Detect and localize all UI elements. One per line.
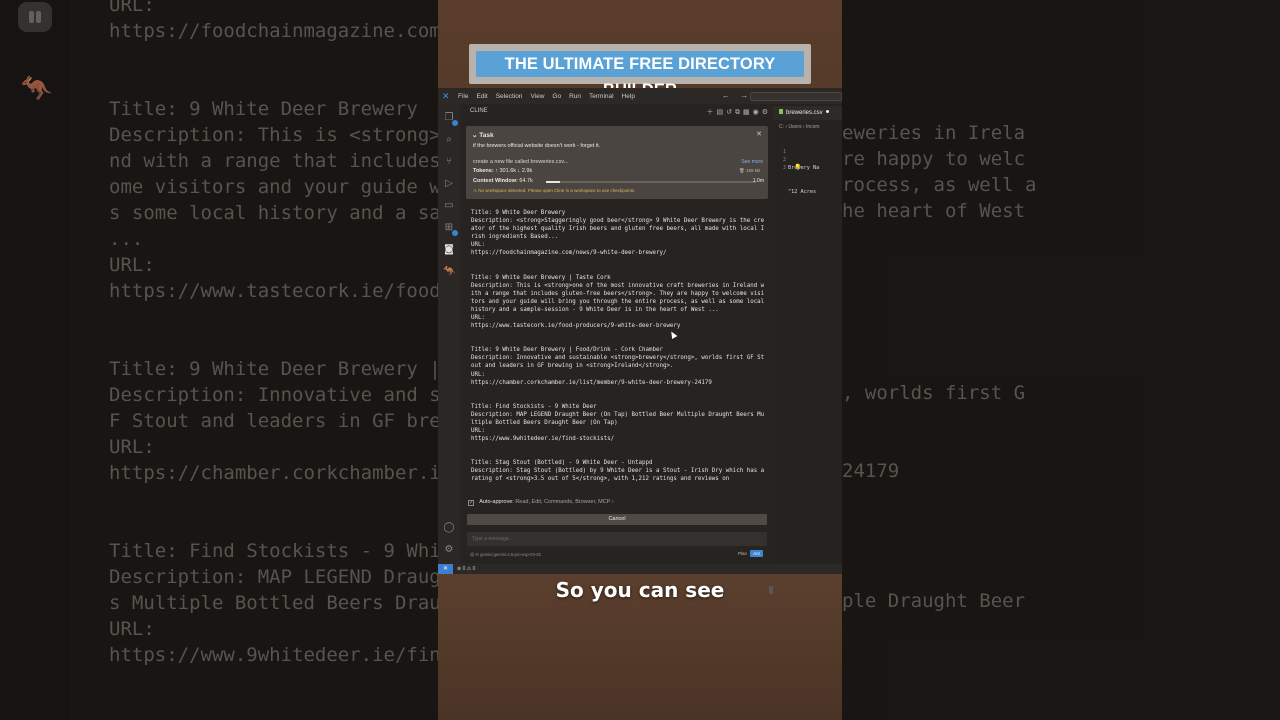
result-entry: Title: Find Stockists - 9 White Deer Desc… [471, 403, 766, 443]
history-icon[interactable]: ↺ [726, 108, 735, 116]
result-title: Title: 9 White Deer Brewery | Food/Drink… [471, 347, 663, 354]
auto-approve-bar[interactable]: ✓ Auto-approve: Read, Edit, Commands, Br… [468, 499, 614, 506]
settings-gear-icon[interactable]: ⚙ [443, 544, 455, 556]
code-line: Brewery Na [788, 165, 820, 171]
context-window-bar [546, 181, 756, 183]
result-entry: Title: Stag Stout (Bottled) - 9 White De… [471, 459, 766, 483]
video-frame: THE ULTIMATE FREE DIRECTORY BUILDER ✕ Fi… [438, 0, 842, 720]
unsaved-dot-icon [825, 110, 829, 113]
close-task-icon[interactable]: ✕ [756, 130, 762, 138]
problems-count[interactable]: ⊗ 0 ⚠ 0 [457, 566, 475, 572]
vscode-logo-icon: ✕ [442, 91, 450, 101]
task-description: if the brewers official website doesn't … [473, 143, 601, 149]
status-bar: ✕ ⊗ 0 ⚠ 0 [438, 564, 842, 574]
navigation-arrows[interactable]: ← → [722, 91, 752, 100]
plan-toggle[interactable]: Plan [738, 551, 747, 556]
cache-size: 🗑 159 kB [739, 168, 760, 173]
menu-help[interactable]: Help [622, 93, 635, 100]
panel-header: CLINE ＋▤↺⧉▦◉⚙ [460, 104, 773, 120]
context-window-fill [546, 181, 560, 183]
editor-tab-breweries[interactable]: breweries.csv [773, 106, 842, 120]
act-toggle[interactable]: Act [750, 550, 763, 557]
csv-file-icon [779, 109, 783, 114]
vscode-window: ✕ File Edit Selection View Go Run Termin… [438, 88, 842, 594]
result-url[interactable]: https://www.tastecork.ie/food-producers/… [471, 322, 766, 330]
headline-banner: THE ULTIMATE FREE DIRECTORY BUILDER [469, 44, 811, 99]
see-more-link[interactable]: See more [741, 159, 763, 165]
result-entry: Title: 9 White Deer Brewery | Taste Cork… [471, 274, 766, 331]
message-input[interactable]: Type a message... [467, 532, 767, 546]
menu-view[interactable]: View [530, 93, 544, 100]
result-description: Description: Innovative and sustainable … [471, 355, 765, 370]
menu-edit[interactable]: Edit [476, 93, 487, 100]
command-center-search[interactable] [750, 92, 842, 101]
model-selector[interactable]: @ ⊟ gemini:gemini-2.5-pro-exp-03-25 [470, 552, 541, 557]
result-entry: Title: 9 White Deer Brewery | Food/Drink… [471, 346, 766, 386]
cancel-button[interactable]: Cancel [467, 514, 767, 525]
result-url-label: URL: [471, 427, 485, 434]
chevron-right-icon: › [611, 499, 614, 505]
menu-go[interactable]: Go [552, 93, 561, 100]
result-title: Title: Find Stockists - 9 White Deer [471, 403, 597, 410]
workspace-warning: ⚠ No workspace detected. Please open Cli… [473, 188, 636, 193]
context-window-label: Context Window: 64.7k [473, 178, 533, 184]
code-line: "12 Acres [788, 189, 817, 195]
result-url-label: URL: [471, 371, 485, 378]
breadcrumb[interactable]: C: › Users › Incom [779, 124, 820, 130]
activity-bar: ❐ ⌕ ⑂ ▷ ▭ ⊞ ◙ 🦘 ◯ ⚙ [438, 104, 460, 564]
headline-text: THE ULTIMATE FREE DIRECTORY BUILDER [476, 51, 804, 99]
editor-pane: breweries.csv C: › Users › Incom 1 2 3 B… [773, 104, 842, 564]
run-debug-icon[interactable]: ▷ [443, 178, 455, 190]
new-task-icon[interactable]: ＋ [706, 108, 716, 116]
lightbulb-icon[interactable]: 💡 [794, 164, 801, 171]
panel-title: CLINE [470, 108, 488, 114]
context-window-max: 1.0m [752, 178, 764, 184]
extensions-icon[interactable]: ⊞ [443, 222, 458, 236]
result-entry: Title: 9 White Deer Brewery Description: … [471, 209, 766, 258]
cline-robot-icon[interactable]: ◙ [443, 244, 455, 256]
task-card: ⌄ Task ✕ if the brewers official website… [466, 126, 768, 199]
result-description: Description: This is <strong>one of the … [471, 282, 765, 313]
remote-indicator-icon[interactable]: ✕ [438, 564, 453, 574]
line-numbers: 1 2 3 [782, 149, 786, 171]
panel-toolbar[interactable]: ＋▤↺⧉▦◉⚙ [706, 107, 771, 117]
grid-icon[interactable]: ▦ [743, 108, 753, 116]
account-icon[interactable]: ◯ [443, 522, 455, 534]
menu-selection[interactable]: Selection [496, 93, 523, 100]
menu-file[interactable]: File [458, 93, 468, 100]
explorer-icon[interactable]: ❐ [443, 112, 458, 126]
result-url[interactable]: https://www.9whitedeer.ie/find-stockists… [471, 435, 766, 443]
plan-act-toggle[interactable]: Plan Act [738, 550, 763, 557]
menu-run[interactable]: Run [569, 93, 581, 100]
result-title: Title: 9 White Deer Brewery | Taste Cork [471, 274, 611, 281]
search-icon[interactable]: ⌕ [443, 134, 455, 146]
remote-explorer-icon[interactable]: ▭ [443, 200, 455, 212]
kangaroo-extension-icon[interactable]: 🦘 [443, 266, 455, 278]
task-subtask: create a new file called breweries.csv..… [473, 159, 569, 165]
result-url[interactable]: https://chamber.corkchamber.ie/list/memb… [471, 379, 766, 387]
tokens-readout: Tokens: ↑ 301.6k ↓ 2.9k [473, 168, 533, 174]
result-url-label: URL: [471, 315, 485, 322]
result-description: Description: Stag Stout (Bottled) by 9 W… [471, 468, 765, 483]
result-description: Description: <strong>Staggeringly good b… [471, 218, 765, 241]
source-control-icon[interactable]: ⑂ [443, 156, 455, 168]
result-url[interactable]: https://foodchainmagazine.com/news/9-whi… [471, 249, 766, 257]
mcp-servers-icon[interactable]: ▤ [716, 108, 726, 116]
menu-terminal[interactable]: Terminal [589, 93, 614, 100]
code-lines[interactable]: Brewery Na "12 Acres [788, 148, 819, 212]
popout-icon[interactable]: ⧉ [735, 108, 743, 116]
search-results-output: Title: 9 White Deer Brewery Description: … [466, 205, 766, 583]
cline-panel: CLINE ＋▤↺⧉▦◉⚙ ⌄ Task ✕ if the brewers of… [460, 104, 773, 594]
account-circle-icon[interactable]: ◉ [753, 108, 762, 116]
task-header[interactable]: ⌄ Task [472, 131, 494, 139]
result-description: Description: MAP LEGEND Draught Beer (On… [471, 411, 765, 426]
result-title: Title: Stag Stout (Bottled) - 9 White De… [471, 460, 653, 467]
auto-approve-checkbox[interactable]: ✓ [468, 500, 474, 506]
result-title: Title: 9 White Deer Brewery [471, 210, 566, 216]
settings-icon[interactable]: ⚙ [762, 108, 771, 116]
menubar: ✕ File Edit Selection View Go Run Termin… [438, 88, 842, 104]
result-url-label: URL: [471, 242, 485, 249]
video-caption: So you can see [555, 578, 725, 602]
